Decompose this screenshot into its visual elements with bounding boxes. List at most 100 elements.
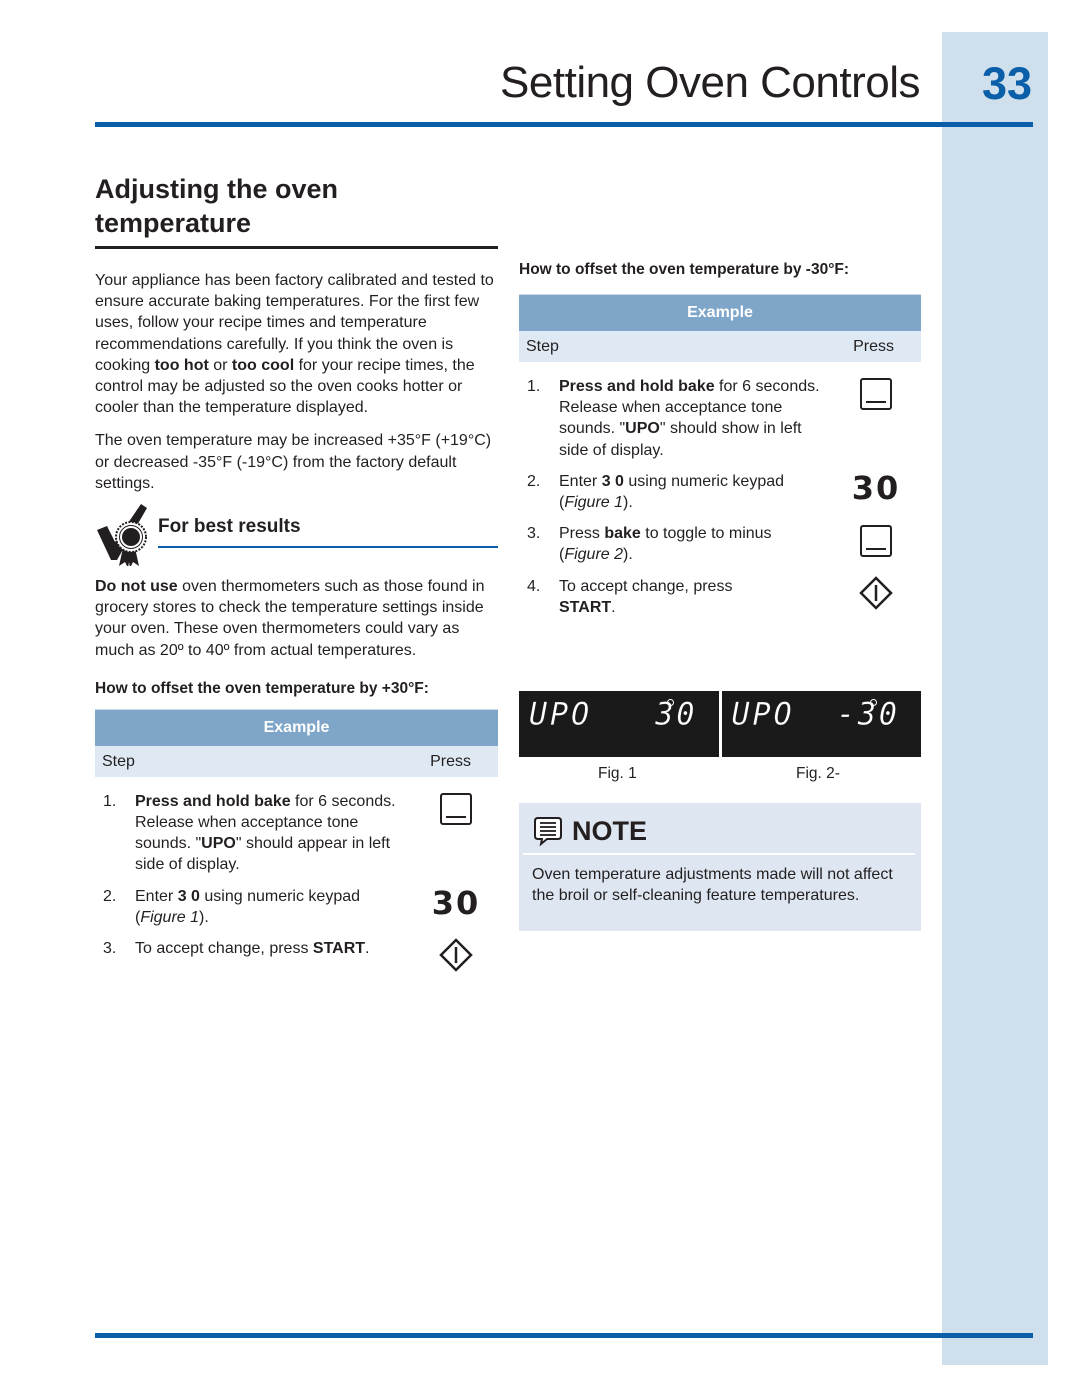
step-body: ). <box>623 546 633 564</box>
example-column-headers: Step Press <box>519 331 921 362</box>
col-step: Step <box>526 338 559 355</box>
keypad-number: 30 <box>431 883 481 922</box>
example-column-headers: Step Press <box>95 745 498 777</box>
example-header: Example <box>95 708 498 746</box>
press-cell: 30 <box>831 471 921 513</box>
step-bold: START <box>559 598 612 616</box>
lcd-display-fig2: UPO -30 <box>721 691 921 757</box>
degree-symbol <box>667 699 674 706</box>
step-body: To accept change, press <box>135 940 313 958</box>
step-body: . <box>365 940 370 958</box>
figure-ref: Figure 1 <box>564 494 624 512</box>
best-results-divider <box>158 546 498 549</box>
upo-bold: UPO <box>625 420 660 438</box>
bake-icon <box>440 792 472 825</box>
figure-caption: Fig. 2- <box>796 765 840 782</box>
step-number: 4. <box>527 577 541 595</box>
step-number: 1. <box>527 378 541 395</box>
increase-heading: How to offset the oven temperature by +3… <box>95 679 429 697</box>
best-results-title: For best results <box>158 516 301 538</box>
press-cell <box>411 938 501 972</box>
step-bold: 3 0 <box>177 887 200 905</box>
press-cell <box>411 791 501 876</box>
start-icon <box>859 575 893 610</box>
step-body: ). <box>623 494 633 512</box>
upo-bold: UPO <box>201 835 236 853</box>
col-press: Press <box>853 338 894 355</box>
range-paragraph: The oven temperature may be increased +3… <box>95 432 492 492</box>
figure-ref: Figure 1 <box>140 908 200 926</box>
step-row: 4. To accept change, press START. <box>519 575 921 618</box>
section-title-line2: temperature <box>95 208 252 238</box>
footer-divider <box>95 1333 1033 1338</box>
step-body: ). <box>199 908 209 926</box>
step-row: 3. Press bake to toggle to minus (Figure… <box>519 523 921 565</box>
step-row: 2. Enter 3 0 using numeric keypad (Figur… <box>519 471 921 513</box>
col-step: Step <box>102 752 135 770</box>
best-results-header: For best results <box>95 504 498 567</box>
bake-icon <box>860 525 892 558</box>
step-bold: START <box>312 940 366 958</box>
step-body: Enter <box>135 887 178 905</box>
decrease-heading: How to offset the oven temperature by -3… <box>519 261 850 278</box>
degree-symbol <box>869 699 877 706</box>
step-row: 1. Press and hold bake for 6 seconds. Re… <box>519 376 921 461</box>
header-divider <box>95 122 1033 127</box>
note-box: NOTE Oven temperature adjustments made w… <box>519 803 921 931</box>
page-title: Setting Oven Controls <box>500 58 920 107</box>
intro-bold-too-hot: too hot <box>154 356 209 374</box>
step-text: Enter 3 0 using numeric keypad (Figure 1… <box>559 471 831 513</box>
bake-icon <box>860 378 892 410</box>
left-column: Adjusting the oven temperature Your appl… <box>95 172 498 982</box>
start-icon <box>439 938 473 972</box>
step-bold: 3 0 <box>601 472 624 490</box>
press-cell <box>831 376 921 461</box>
step-number: 3. <box>103 940 117 958</box>
step-text: To accept change, press START. <box>135 938 411 972</box>
step-number: 2. <box>103 887 117 905</box>
section-title: Adjusting the oven temperature <box>95 172 498 249</box>
note-label: NOTE <box>572 815 648 846</box>
step-bold: bake <box>604 525 641 543</box>
step-row: 2. Enter 3 0 using numeric keypad (Figur… <box>95 886 498 928</box>
step-row: 3. To accept change, press START. <box>95 938 498 972</box>
step-body: Enter <box>559 472 602 490</box>
step-number: 1. <box>103 792 117 810</box>
note-text: Oven temperature adjustments made will n… <box>532 866 893 905</box>
keypad-number: 30 <box>851 468 901 507</box>
note-header: NOTE <box>533 811 647 851</box>
checkmark-ribbon-icon <box>97 504 147 567</box>
decrease-steps: 1. Press and hold bake for 6 seconds. Re… <box>519 376 921 618</box>
step-body: . <box>611 598 616 616</box>
step-text: Press and hold bake for 6 seconds. Relea… <box>559 376 831 461</box>
figure-caption: Fig. 1 <box>598 765 637 782</box>
increase-steps: 1. Press and hold bake for 6 seconds. Re… <box>95 791 498 972</box>
step-bold: Press and hold bake <box>135 792 291 810</box>
side-band <box>942 32 1048 1365</box>
press-cell: 30 <box>411 886 501 928</box>
display-figures: UPO 30 UPO -30 <box>519 691 921 757</box>
lcd-display-fig1: UPO 30 <box>519 691 719 757</box>
do-not-use-bold: Do not use <box>95 578 178 596</box>
best-results-text: Do not use oven thermometers such as tho… <box>95 576 498 661</box>
col-press: Press <box>430 752 471 770</box>
page-number: 33 <box>981 58 1032 109</box>
intro-bold-too-cool: too cool <box>231 356 295 374</box>
section-title-line1: Adjusting the oven <box>95 174 338 204</box>
step-bold: Press and hold bake <box>559 378 715 395</box>
example-header: Example <box>519 294 921 331</box>
intro-text: or <box>208 356 232 374</box>
note-divider <box>523 853 915 855</box>
step-text: Press bake to toggle to minus (Figure 2)… <box>559 523 831 565</box>
step-number: 2. <box>527 472 541 490</box>
step-text: Enter 3 0 using numeric keypad (Figure 1… <box>135 886 411 928</box>
right-column: How to offset the oven temperature by -3… <box>519 260 921 628</box>
press-cell <box>831 523 921 565</box>
step-text: Press and hold bake for 6 seconds. Relea… <box>135 791 411 876</box>
step-number: 3. <box>527 525 541 543</box>
press-cell <box>831 575 921 618</box>
figure-ref: Figure 2 <box>564 546 624 564</box>
speech-bubble-note-icon <box>534 817 562 846</box>
step-text: To accept change, press START. <box>559 576 831 618</box>
step-row: 1. Press and hold bake for 6 seconds. Re… <box>95 791 498 876</box>
